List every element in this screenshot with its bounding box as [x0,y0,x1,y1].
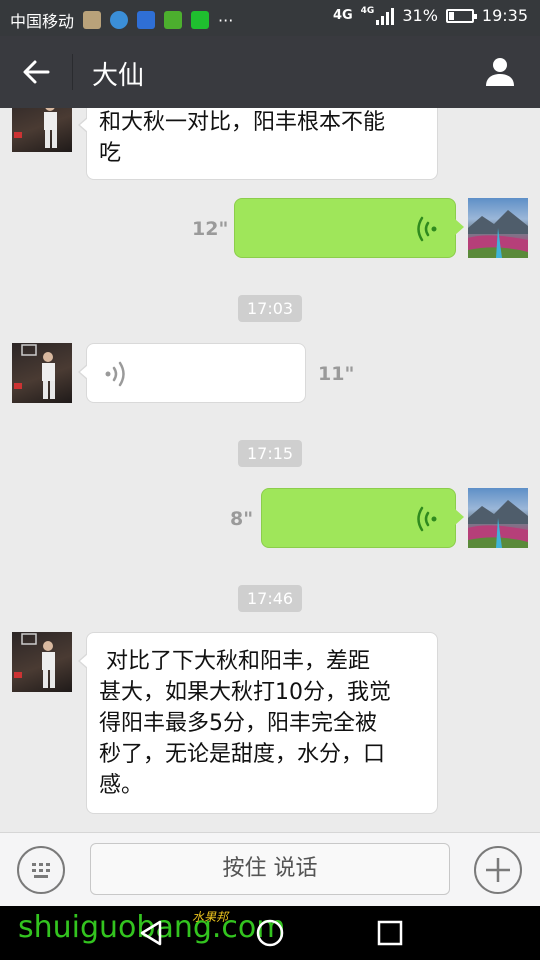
plus-icon [486,858,510,882]
clock: 19:35 [481,6,528,25]
timestamp: 17:15 [238,440,303,467]
game-notification-icon [164,11,183,29]
status-bar: 中国移动 ··· 4G 4G 31% 19:35 [0,0,540,36]
message-text: 甚大，如果大秋打10分，我觉 [99,680,391,705]
title-bar: 大仙 [0,36,540,108]
input-bar: 按住 说话 [0,832,540,906]
player-photo [14,344,55,399]
scenery-photo [468,500,528,548]
nav-recents-button[interactable] [375,918,405,948]
nav-back-button[interactable] [136,918,166,948]
battery-fill [448,11,455,20]
timestamp: 17:46 [238,585,303,612]
message-text: 和大秋一对比，阳丰根本不能 [99,110,386,135]
signal-strength-icon: 4G [360,5,395,25]
keyboard-icon [32,863,50,878]
battery-percent: 31% [402,6,438,25]
chat-title: 大仙 [92,61,145,91]
hold-to-talk-button[interactable]: 按住 说话 [90,843,450,895]
keyboard-toggle-button[interactable] [17,846,65,894]
voice-duration: 8" [230,508,254,530]
player-photo [14,633,55,688]
voice-duration: 11" [318,363,355,385]
message-bubble-incoming[interactable]: 和大秋一对比，阳丰根本不能 吃 [78,108,438,180]
network-4g-label: 4G [332,7,353,23]
player-photo [14,108,57,148]
battery-icon [445,8,477,23]
message-bubble-incoming[interactable]: 对比了下大秋和阳丰，差距 甚大，如果大秋打10分，我觉 得阳丰最多5分，阳丰完全… [78,632,438,814]
circle-home-icon [256,919,284,947]
message-text: 吃 [99,141,122,166]
message-text: 感。 [99,773,144,798]
carrier-name: 中国移动 [10,12,75,31]
arrow-left-icon [23,60,50,84]
back-button[interactable] [18,56,54,88]
app-notification-icon [83,11,102,29]
person-icon [486,58,514,86]
my-avatar[interactable] [468,198,528,258]
iqiyi-notification-icon [191,11,210,29]
voice-wave-icon [105,361,125,387]
title-divider [72,54,73,90]
scenery-photo [468,210,528,258]
more-notifications-icon: ··· [218,10,234,30]
chat-profile-button[interactable] [482,54,518,90]
timestamp: 17:03 [238,295,303,322]
voice-message-outgoing[interactable] [234,198,464,258]
watermark-cn-text: 水果邦 [192,910,229,924]
voice-duration: 12" [192,218,229,240]
browser-notification-icon [110,11,129,29]
voice-wave-icon [417,216,437,242]
my-avatar[interactable] [468,488,528,548]
message-text: 对比了下大秋和阳丰，差距 [99,649,370,674]
voice-wave-icon [417,506,437,532]
nav-home-button[interactable] [255,918,285,948]
network-4g-small: 4G [360,5,375,16]
voice-message-incoming[interactable] [78,343,306,403]
chat-message-list[interactable]: 和大秋一对比，阳丰根本不能 吃 12" 17:03 11" 17:15 8" 1… [0,108,540,832]
contact-avatar[interactable] [12,108,72,152]
triangle-back-icon [140,920,162,946]
paw-notification-icon [137,11,156,29]
message-text: 得阳丰最多5分，阳丰完全被 [99,711,377,736]
contact-avatar[interactable] [12,343,72,403]
voice-message-outgoing[interactable] [261,488,464,548]
contact-avatar[interactable] [12,632,72,692]
system-nav-bar: shuiguobang.com 水果邦 [0,906,540,960]
more-actions-button[interactable] [474,846,522,894]
message-text: 秒了，无论是甜度，水分，口 [99,742,386,767]
square-recents-icon [377,920,403,946]
